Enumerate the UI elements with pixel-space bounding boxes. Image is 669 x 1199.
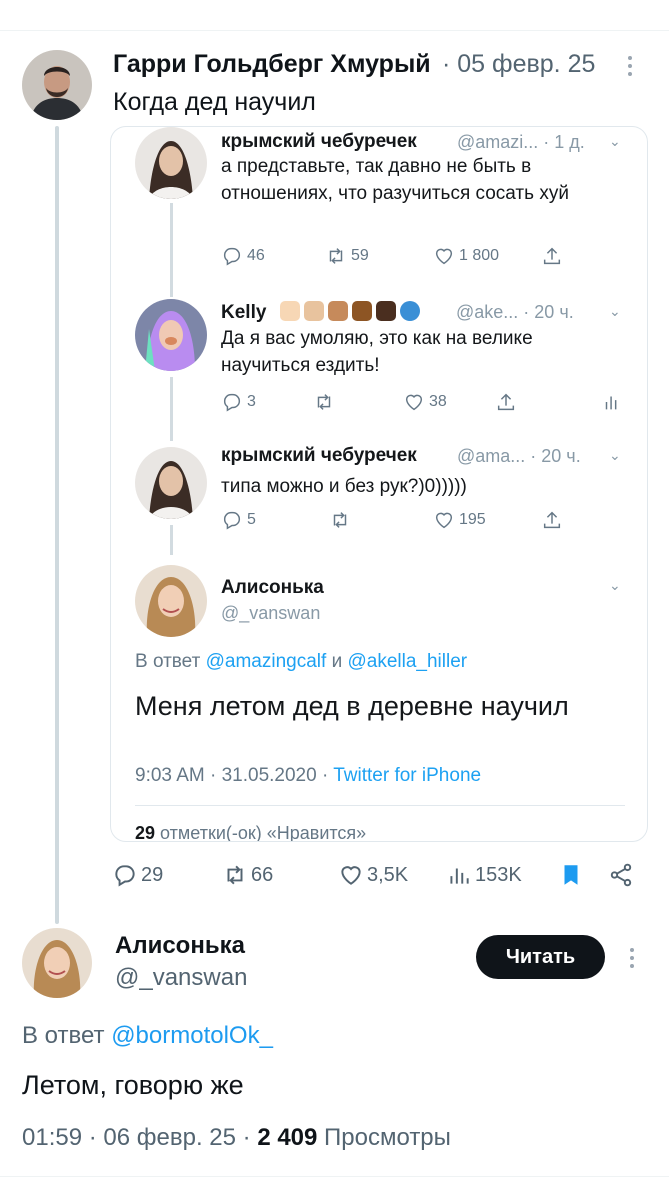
top-divider	[0, 30, 669, 31]
chevron-down-icon: ⌄	[609, 447, 621, 463]
embedded-tweet-2-retweet	[313, 391, 335, 413]
bottom-divider	[0, 1176, 669, 1177]
embedded-screenshot[interactable]: крымский чебуречек @amazi... · 1 д. ⌄ а …	[110, 126, 648, 842]
reply-tweet-text: Летом, говорю же	[22, 1070, 244, 1100]
globe-emoji-icon	[399, 301, 420, 321]
inner-thread-line	[170, 377, 173, 441]
embedded-tweet-3-share	[541, 509, 563, 531]
embedded-tweet-1-share	[541, 245, 563, 267]
alisonka-avatar	[135, 565, 207, 637]
like-button[interactable]: 3,5K	[338, 862, 408, 888]
chevron-down-icon: ⌄	[609, 303, 621, 319]
embedded-tweet-1-name: крымский чебуречек	[221, 131, 417, 152]
embedded-tweet-3-handle: @ama... · 20 ч.	[457, 446, 581, 466]
fist-emoji-icon	[327, 301, 348, 321]
inner-thread-line	[170, 203, 173, 297]
focus-reply-context: В ответ @amazingcalf и @akella_hiller	[135, 651, 468, 672]
reply-context: В ответ @bormotolOk_	[22, 1022, 273, 1049]
main-author-avatar[interactable]	[22, 50, 92, 120]
follow-button[interactable]: Читать	[476, 935, 605, 979]
more-options-icon[interactable]	[628, 56, 632, 76]
embedded-tweet-2-share	[495, 391, 517, 413]
share-icon[interactable]	[608, 862, 634, 888]
focus-tweet-meta: 9:03 AM · 31.05.2020 · Twitter for iPhon…	[135, 765, 482, 786]
embedded-tweet-1-retweet: 59	[325, 245, 369, 267]
reply-author-handle[interactable]: @_vanswan	[115, 964, 247, 992]
main-tweet-date[interactable]: · 05 февр. 25	[442, 50, 595, 79]
embedded-tweet-1-like: 1 800	[433, 245, 499, 267]
inner-thread-line	[170, 525, 173, 555]
reply-author-name[interactable]: Алисонька	[115, 932, 245, 960]
reply-author-avatar[interactable]	[22, 928, 92, 998]
fist-emoji-icon	[303, 301, 324, 321]
embedded-tweet-1-handle: @amazi... · 1 д.	[457, 132, 585, 152]
chebur-avatar	[135, 127, 207, 199]
chebur-avatar	[135, 447, 207, 519]
focus-likes-summary: 29 отметки(-ок) «Нравится»	[135, 823, 367, 842]
embedded-tweet-3-retweet	[329, 509, 351, 531]
reply-to-link[interactable]: @bormotolOk_	[111, 1022, 273, 1049]
embedded-tweet-3-like: 195	[433, 509, 486, 531]
fist-emoji-icon	[279, 301, 300, 321]
embedded-tweet-2-text: Да я вас умоляю, это как на велике научи…	[221, 328, 533, 376]
fist-emoji-icon	[375, 301, 396, 321]
focus-tweet-name: Алисонька	[221, 577, 324, 598]
embedded-tweet-2-like: 38	[403, 391, 447, 413]
focus-tweet-text: Меня летом дед в деревне научил	[135, 691, 569, 721]
more-options-icon[interactable]	[630, 948, 634, 968]
main-author-name[interactable]: Гарри Гольдберг Хмурый	[113, 50, 431, 79]
thread-connector	[55, 126, 59, 924]
bookmark-icon[interactable]	[558, 862, 584, 888]
embedded-tweet-2-stats	[601, 391, 623, 413]
reply-tweet-stats: 01:59 · 06 февр. 25 · 2 409 Просмотры	[22, 1124, 451, 1151]
embedded-tweet-3-text: типа можно и без рук?)0)))))	[221, 476, 467, 497]
embedded-tweet-1-text: а представьте, так давно не быть в отнош…	[221, 156, 569, 204]
focus-divider	[135, 805, 625, 806]
embedded-tweet-2-name: Kelly	[221, 301, 424, 324]
chevron-down-icon: ⌄	[609, 577, 621, 593]
kelly-avatar	[135, 299, 207, 371]
retweet-button[interactable]: 66	[222, 862, 273, 888]
views-button[interactable]: 153K	[446, 862, 522, 888]
reply-button[interactable]: 29	[112, 862, 163, 888]
fist-emoji-icon	[351, 301, 372, 321]
chevron-down-icon: ⌄	[609, 133, 621, 149]
embedded-tweet-3-reply: 5	[221, 509, 256, 531]
main-tweet-text: Когда дед научил	[113, 88, 316, 116]
embedded-tweet-3-name: крымский чебуречек	[221, 445, 417, 466]
focus-tweet-handle: @_vanswan	[221, 603, 321, 623]
embedded-tweet-2-handle: @ake... · 20 ч.	[456, 302, 574, 322]
embedded-tweet-2-reply: 3	[221, 391, 256, 413]
embedded-tweet-1-reply: 46	[221, 245, 265, 267]
